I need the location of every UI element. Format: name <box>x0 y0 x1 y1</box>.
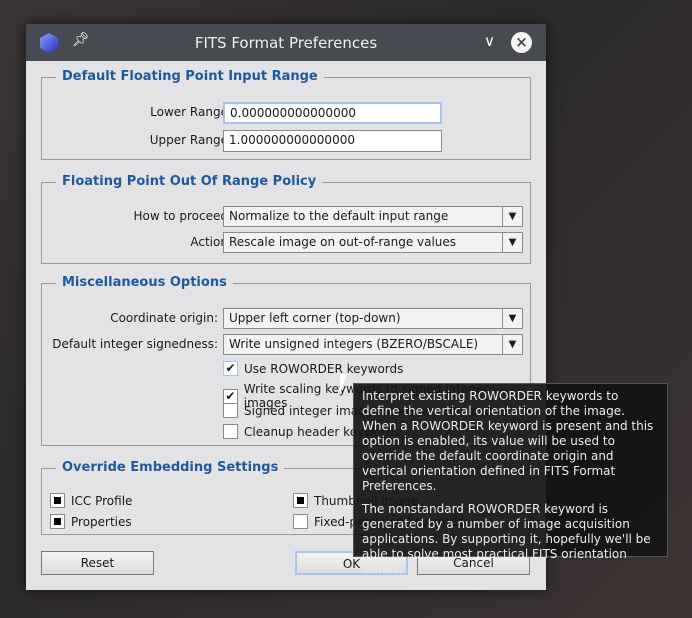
check-icon: ✔ <box>223 361 238 376</box>
lower-range-label: Lower Range: <box>150 105 232 119</box>
signedness-value: Write unsigned integers (BZERO/BSCALE) <box>229 337 479 351</box>
group-title: Override Embedding Settings <box>56 460 285 475</box>
origin-label: Coordinate origin: <box>110 311 218 325</box>
tooltip: Interpret existing ROWORDER keywords to … <box>353 383 668 576</box>
unchecked-box <box>293 514 308 529</box>
partial-check-icon <box>50 514 65 529</box>
action-value: Rescale image on out-of-range values <box>229 235 457 249</box>
title-bar[interactable]: 📌︎ FITS Format Preferences ∨ × <box>26 24 546 61</box>
chevron-down-icon[interactable]: ∨ <box>484 32 495 50</box>
unchecked-box <box>223 403 238 418</box>
group-title: Default Floating Point Input Range <box>56 69 324 84</box>
proceed-value: Normalize to the default input range <box>229 209 449 223</box>
action-label: Action: <box>190 235 232 249</box>
policy-group: Floating Point Out Of Range Policy How t… <box>41 174 531 264</box>
proceed-label: How to proceed: <box>133 209 232 223</box>
dropdown-arrow-icon: ▼ <box>502 233 522 252</box>
group-title: Floating Point Out Of Range Policy <box>56 174 323 189</box>
window-title: FITS Format Preferences <box>194 34 378 52</box>
action-select[interactable]: Rescale image on out-of-range values ▼ <box>223 232 523 253</box>
origin-select[interactable]: Upper left corner (top-down) ▼ <box>223 308 523 329</box>
reset-button[interactable]: Reset <box>41 551 154 575</box>
properties-checkbox[interactable]: Properties <box>50 514 132 529</box>
lower-range-input[interactable]: 0.000000000000000 <box>223 102 442 124</box>
use-roworder-checkbox[interactable]: ✔ Use ROWORDER keywords <box>223 361 403 376</box>
signedness-select[interactable]: Write unsigned integers (BZERO/BSCALE) ▼ <box>223 334 523 355</box>
dropdown-arrow-icon: ▼ <box>502 207 522 226</box>
dropdown-arrow-icon: ▼ <box>502 335 522 354</box>
icc-profile-checkbox[interactable]: ICC Profile <box>50 493 132 508</box>
unchecked-box <box>223 424 238 439</box>
tooltip-text: Interpret existing ROWORDER keywords to … <box>362 389 654 493</box>
upper-range-input[interactable]: 1.000000000000000 <box>223 130 442 152</box>
upper-range-label: Upper Range: <box>149 133 232 147</box>
partial-check-icon <box>293 493 308 508</box>
check-icon: ✔ <box>223 388 238 404</box>
checkbox-label: Properties <box>71 514 132 529</box>
proceed-select[interactable]: Normalize to the default input range ▼ <box>223 206 523 227</box>
close-icon[interactable]: × <box>511 32 532 53</box>
signedness-label: Default integer signedness: <box>52 337 218 351</box>
partial-check-icon <box>50 493 65 508</box>
dropdown-arrow-icon: ▼ <box>502 309 522 328</box>
checkbox-label: Use ROWORDER keywords <box>244 361 404 376</box>
origin-value: Upper left corner (top-down) <box>229 311 401 325</box>
checkbox-label: ICC Profile <box>71 493 133 508</box>
group-title: Miscellaneous Options <box>56 275 233 290</box>
tooltip-text: The nonstandard ROWORDER keyword is gene… <box>362 502 651 576</box>
input-range-group: Default Floating Point Input Range Lower… <box>41 69 531 160</box>
mouse-cursor-icon <box>340 374 354 394</box>
